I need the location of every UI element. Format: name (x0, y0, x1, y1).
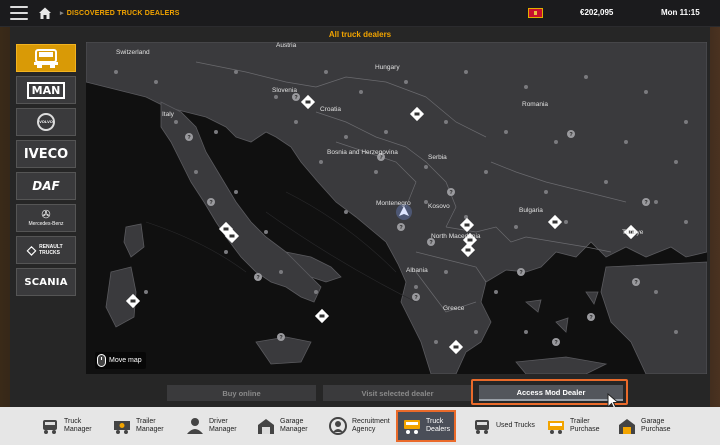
hamburger-menu-icon[interactable] (10, 6, 28, 20)
truck-icon (34, 49, 58, 68)
map-label: Montenegro (376, 200, 411, 207)
map-label: North Macedonia (431, 233, 481, 240)
recruitment-agency-icon (329, 417, 347, 435)
map-label: Türkiye (622, 229, 644, 236)
tab-truck-manager[interactable]: Truck Manager (40, 410, 92, 442)
country-flag-icon (528, 8, 543, 18)
bottom-navigation: Truck Manager Trailer Manager Driver Manage… (0, 407, 720, 445)
trailer-manager-icon (114, 421, 130, 434)
tab-trailer-purchase[interactable]: Trailer Purchase (546, 410, 600, 442)
breadcrumb-label: DISCOVERED TRUCK DEALERS (66, 10, 180, 17)
brand-all-trucks[interactable] (16, 44, 76, 72)
volvo-logo: VOLVO (37, 113, 55, 131)
money-balance: €202,095 (580, 8, 614, 17)
map-label: Hungary (375, 64, 400, 71)
tab-label: Trailer (136, 417, 156, 425)
renault-logo: ◇ RENAULT TRUCKS (27, 244, 65, 256)
mercedes-logo-text: Mercedes-Benz (28, 221, 64, 227)
tab-label: Purchase (570, 426, 600, 433)
game-clock: Mon 11:15 (661, 8, 700, 17)
brand-mercedes[interactable]: ✇ Mercedes-Benz (16, 204, 76, 232)
tab-label: Used Trucks (496, 421, 535, 429)
mercedes-star-icon: ✇ (41, 209, 51, 221)
tab-truck-dealers[interactable]: Truck Dealers (396, 410, 457, 442)
tab-label: Driver (209, 417, 228, 425)
renault-diamond-icon: ◇ (26, 243, 37, 257)
map-label: Greece (443, 305, 465, 312)
tab-label: Recruitment (352, 417, 390, 425)
mercedes-logo: ✇ Mercedes-Benz (28, 209, 63, 227)
map-label: Croatia (320, 106, 341, 113)
tab-label: Trailer (570, 417, 590, 425)
map-label: Romania (522, 101, 548, 108)
map-label: Bulgaria (519, 207, 543, 214)
visit-selected-dealer-button[interactable]: Visit selected dealer (323, 385, 472, 401)
garage-manager-icon (258, 419, 274, 434)
renault-logo-text: RENAULT TRUCKS (39, 244, 63, 256)
move-map-hint: Move map (95, 352, 146, 369)
move-map-label: Move map (109, 357, 142, 364)
tab-label: Truck (64, 417, 82, 425)
map-label: Kosovo (428, 203, 450, 210)
daf-logo: DAF (32, 179, 60, 193)
tab-label: Manager (64, 426, 92, 433)
tab-recruitment-agency[interactable]: Recruitment Agency (328, 410, 390, 442)
map-label: Slovenia (272, 87, 297, 94)
tab-label: Garage (280, 417, 304, 425)
map-label: Italy (162, 111, 175, 118)
buy-online-button[interactable]: Buy online (167, 385, 316, 401)
access-mod-dealer-button[interactable]: Access Mod Dealer (479, 385, 623, 401)
brand-renault[interactable]: ◇ RENAULT TRUCKS (16, 236, 76, 264)
dealer-panel: All truck dealers MAN VOLVO IVECO DAF ✇ … (10, 27, 710, 407)
tab-label: Garage (641, 417, 665, 425)
brand-iveco[interactable]: IVECO (16, 140, 76, 168)
map-label: Austria (276, 42, 297, 49)
tab-label: Agency (352, 426, 376, 433)
trailer-purchase-icon (548, 421, 564, 434)
map-label: Bosnia and Herzegovina (327, 149, 398, 156)
dealer-map[interactable]: ? ? ? ? ? ? ? ? ? ? ? ? ? ? ? ? Switzerl… (86, 42, 707, 374)
brand-scania[interactable]: SCANIA (16, 268, 76, 296)
tab-label: Dealers (426, 426, 451, 433)
map-label: Albania (406, 267, 428, 274)
tab-label: Manager (280, 426, 308, 433)
panel-title: All truck dealers (328, 30, 392, 39)
mouse-icon (97, 354, 106, 367)
garage-purchase-icon (619, 419, 635, 434)
truck-manager-icon (43, 420, 57, 434)
iveco-logo: IVECO (23, 146, 69, 162)
tab-driver-manager[interactable]: Driver Manager (185, 410, 237, 442)
used-trucks-icon (475, 420, 489, 434)
tab-label: Manager (209, 426, 237, 433)
map-label: Serbia (428, 154, 447, 161)
truck-dealers-icon (404, 420, 420, 434)
top-bar: ▸ DISCOVERED TRUCK DEALERS €202,095 Mon 1… (0, 0, 720, 27)
man-logo: MAN (26, 81, 66, 99)
brand-volvo[interactable]: VOLVO (16, 108, 76, 136)
brand-list: MAN VOLVO IVECO DAF ✇ Mercedes-Benz ◇ RE… (16, 44, 76, 300)
brand-man[interactable]: MAN (16, 76, 76, 104)
tab-label: Manager (136, 426, 164, 433)
tab-used-trucks[interactable]: Used Trucks (472, 410, 535, 442)
tab-garage-manager[interactable]: Garage Manager (256, 410, 308, 442)
driver-manager-icon (187, 418, 203, 434)
tab-trailer-manager[interactable]: Trailer Manager (112, 410, 164, 442)
breadcrumb: ▸ DISCOVERED TRUCK DEALERS (60, 10, 180, 17)
tab-label: Truck (426, 417, 444, 425)
map-label: Switzerland (116, 49, 150, 56)
tab-garage-purchase[interactable]: Garage Purchase (617, 410, 671, 442)
tab-label: Purchase (641, 426, 671, 433)
brand-daf[interactable]: DAF (16, 172, 76, 200)
scania-logo: SCANIA (24, 276, 68, 288)
map-canvas[interactable]: ? ? ? ? ? ? ? ? ? ? ? ? ? ? ? ? Switzerl… (86, 42, 707, 374)
home-icon[interactable] (38, 6, 52, 20)
